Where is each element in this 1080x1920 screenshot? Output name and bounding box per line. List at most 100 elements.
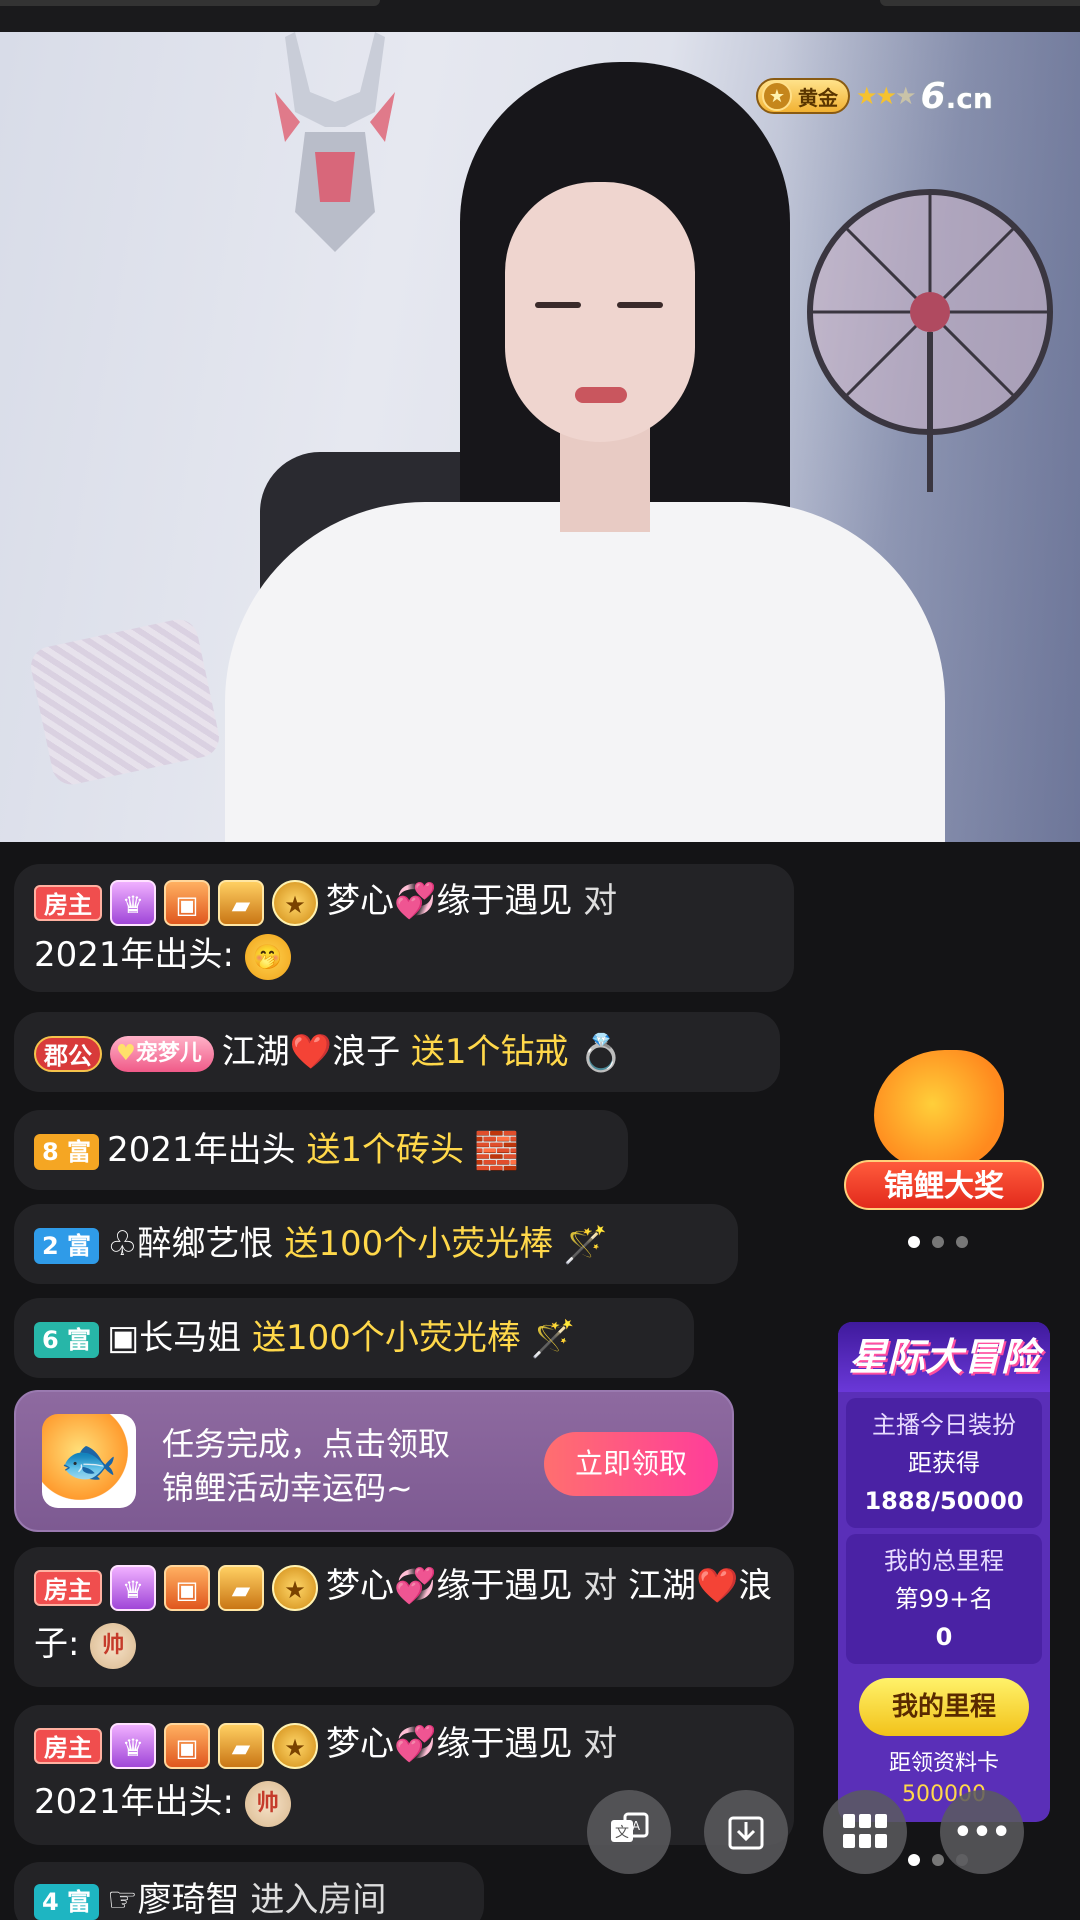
chat-username[interactable]: 江湖❤️浪子 (222, 1032, 400, 1072)
glowstick-gift-icon: 🪄 (530, 1318, 576, 1360)
chat-verb: 对 (583, 881, 618, 921)
chat-target[interactable]: 2021年出头: (34, 1782, 234, 1822)
owner-tag: 房主 (34, 1569, 102, 1606)
translate-icon: 文 A (611, 1812, 649, 1842)
rating-stars: ★★★ (856, 82, 916, 110)
star-medal-icon: ★ (272, 879, 318, 926)
chess-emoji-icon: 帅 (244, 1780, 291, 1827)
carousel-dot-active (908, 1236, 920, 1248)
box1-line3: 1888/50000 (864, 1487, 1024, 1515)
chat-username[interactable]: 2021年出头 (107, 1130, 296, 1170)
wealth-level-tag: 8 富 (34, 1133, 100, 1170)
chat-username[interactable]: 梦心💞缘于遇见 (326, 881, 572, 921)
translate-button[interactable]: 文 A (587, 1790, 671, 1874)
fan-badge: ♥宠梦儿 (110, 1035, 214, 1072)
more-button[interactable]: ••• (940, 1790, 1024, 1874)
logo-suffix: .cn (945, 81, 993, 115)
grid-icon (843, 1814, 887, 1848)
star-medal-icon: ★ (762, 81, 792, 111)
box2-line2: 第99+名 (894, 1585, 994, 1613)
koi-prize-widget[interactable]: 锦鲤大奖 (834, 1042, 1054, 1222)
car-badge-icon: ▰ (218, 879, 264, 926)
task-line1: 任务完成，点击领取 (162, 1425, 451, 1463)
chat-verb: 对 (583, 1724, 618, 1764)
gold-level-pill: ★ 黄金 (756, 78, 850, 114)
shield-badge-icon: ♛ (110, 1564, 156, 1611)
brick-gift-icon: 🧱 (474, 1130, 519, 1172)
logo-text: 6 (920, 75, 946, 117)
chat-username[interactable]: 梦心💞缘于遇见 (326, 1566, 572, 1606)
gift-text: 送1个钻戒 (410, 1032, 569, 1072)
shield-badge-icon: ♛ (110, 1722, 156, 1769)
svg-text:文: 文 (615, 1825, 629, 1841)
chat-username[interactable]: ☞廖琦智 (107, 1880, 239, 1920)
task-complete-card[interactable]: 🐟 任务完成，点击领取 锦鲤活动幸运码~ 立即领取 (14, 1390, 734, 1532)
more-icon: ••• (953, 1814, 1011, 1850)
umbrella-lamp (807, 189, 1053, 492)
svg-text:A: A (632, 1819, 641, 1833)
koi-carousel-dots (908, 1236, 968, 1248)
anchor-outfit-box: 主播今日装扮 距获得 1888/50000 (846, 1398, 1042, 1528)
chat-message: 房主 ♛ ▣ ▰ ★ 梦心💞缘于遇见 对 2021年出头: 🤭 (14, 864, 794, 992)
chat-message: 8 富 2021年出头 送1个砖头 🧱 (14, 1110, 628, 1190)
star-medal-icon: ★ (272, 1722, 318, 1769)
guard-badge-icon: ▣ (164, 1564, 210, 1611)
level-label: 黄金 (798, 85, 838, 110)
owner-tag: 房主 (34, 1727, 102, 1764)
chat-message: 6 富 ▣长马姐 送100个小荧光棒 🪄 (14, 1298, 694, 1378)
koi-prize-label: 锦鲤大奖 (844, 1160, 1044, 1210)
streamer-shirt (225, 502, 945, 842)
fan-badge-label: 宠梦儿 (135, 1040, 202, 1066)
chat-target[interactable]: 2021年出头: (34, 935, 234, 975)
box1-line1: 主播今日装扮 (872, 1411, 1016, 1439)
grid-menu-button[interactable] (823, 1790, 907, 1874)
owner-tag: 房主 (34, 884, 102, 921)
shield-badge-icon: ♛ (110, 879, 156, 926)
download-icon (728, 1816, 764, 1850)
chat-message: 房主 ♛ ▣ ▰ ★ 梦心💞缘于遇见 对 2021年出头: 帅 (14, 1705, 794, 1845)
chat-message: 郡公 ♥宠梦儿 江湖❤️浪子 送1个钻戒 💍 (14, 1012, 780, 1092)
glowstick-gift-icon: 🪄 (563, 1224, 609, 1266)
deer-head-decoration (275, 32, 395, 252)
star-adventure-panel[interactable]: 星际大冒险 主播今日装扮 距获得 1888/50000 我的总里程 第99+名 … (838, 1322, 1050, 1822)
pillow (27, 615, 223, 789)
my-mileage-button[interactable]: 我的里程 (859, 1678, 1029, 1736)
streamer-level-badge[interactable]: ★ 黄金 ★★★ 6.cn (756, 74, 993, 118)
top-status-bar (0, 0, 1080, 32)
emoji-icon: 🤭 (244, 933, 291, 980)
wealth-level-tag: 4 富 (34, 1883, 100, 1920)
wealth-level-tag: 6 富 (34, 1321, 100, 1358)
claim-now-button[interactable]: 立即领取 (544, 1432, 718, 1496)
chat-username[interactable]: ▣长马姐 (107, 1318, 241, 1358)
duke-tag: 郡公 (34, 1035, 102, 1072)
chat-verb: 进入房间 (250, 1880, 387, 1920)
car-badge-icon: ▰ (218, 1722, 264, 1769)
carousel-dot (956, 1236, 968, 1248)
chess-emoji-icon: 帅 (90, 1622, 137, 1669)
carousel-dot (932, 1236, 944, 1248)
download-button[interactable] (704, 1790, 788, 1874)
site-logo: 6.cn (921, 76, 993, 117)
box2-line1: 我的总里程 (884, 1547, 1004, 1575)
ring-gift-icon: 💍 (578, 1032, 624, 1074)
streamer-face (505, 182, 695, 442)
chat-username[interactable]: ♧醉鄉艺恨 (107, 1224, 273, 1264)
left-eye (535, 302, 581, 308)
carousel-dot (932, 1854, 944, 1866)
star-medal-icon: ★ (272, 1564, 318, 1611)
my-mileage-box: 我的总里程 第99+名 0 (846, 1534, 1042, 1664)
chat-message: 2 富 ♧醉鄉艺恨 送100个小荧光棒 🪄 (14, 1204, 738, 1284)
gift-text: 送1个砖头 (306, 1130, 465, 1170)
chat-username[interactable]: 梦心💞缘于遇见 (326, 1724, 572, 1764)
live-video[interactable]: ★ 黄金 ★★★ 6.cn (0, 32, 1080, 842)
box2-line3: 0 (935, 1623, 953, 1651)
gift-text: 送100个小荧光棒 (284, 1224, 554, 1264)
gift-text: 送100个小荧光棒 (252, 1318, 521, 1358)
panel-title: 星际大冒险 (838, 1322, 1050, 1392)
box1-line2: 距获得 (908, 1449, 980, 1477)
koi-fish-icon (874, 1050, 1004, 1170)
chat-message: 4 富 ☞廖琦智 进入房间 (14, 1862, 484, 1920)
guard-badge-icon: ▣ (164, 1722, 210, 1769)
lips (575, 387, 627, 403)
koi-fish-icon: 🐟 (42, 1414, 136, 1508)
